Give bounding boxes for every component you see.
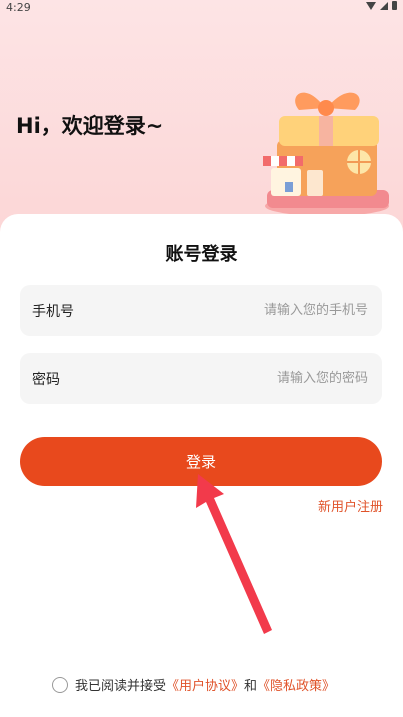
greeting-title: Hi，欢迎登录~ [16,114,164,138]
status-bar: 4:29 [0,0,403,14]
privacy-policy-link[interactable]: 《隐私政策》 [257,675,335,694]
battery-icon [392,1,397,10]
status-time: 4:29 [6,1,31,14]
phone-input[interactable] [166,302,370,319]
login-card: 账号登录 手机号 密码 登录 新用户注册 [0,214,403,717]
agreement-checkbox[interactable] [52,676,68,693]
password-label: 密码 [32,371,60,388]
password-field[interactable]: 密码 [20,353,382,404]
signal-icon [380,1,388,10]
user-agreement-link[interactable]: 《用户协议》 [166,675,244,694]
agreement-row: 我已阅读并接受 《用户协议》 和 《隐私政策》 [52,675,335,694]
agreement-conjunction: 和 [244,679,258,694]
arrow-pointer-icon [196,474,272,634]
gift-shop-illustration [263,92,389,216]
register-link[interactable]: 新用户注册 [318,496,383,515]
wifi-icon [366,1,376,10]
phone-field[interactable]: 手机号 [20,285,382,336]
agreement-prefix: 我已阅读并接受 [75,679,167,694]
password-input[interactable] [166,370,370,387]
login-card-title: 账号登录 [165,244,238,265]
phone-label: 手机号 [32,303,74,320]
status-icons [366,1,397,10]
